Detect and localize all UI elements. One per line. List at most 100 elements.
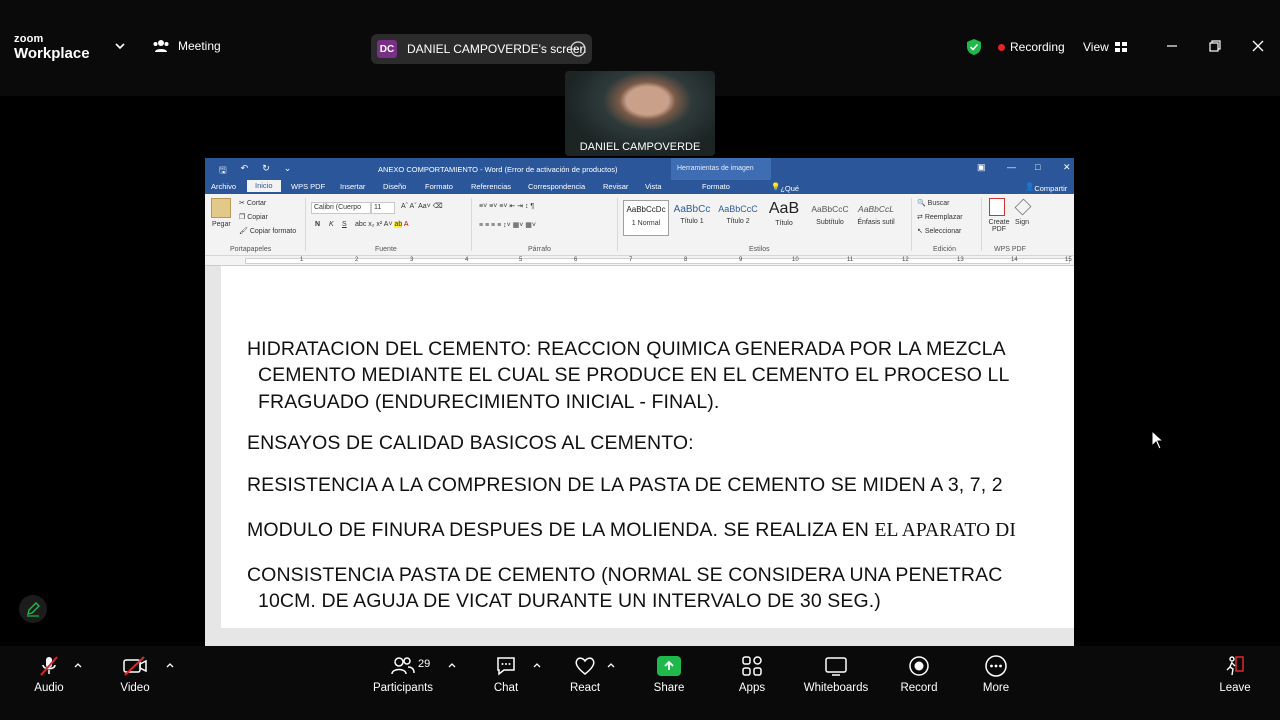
tab-referencias[interactable]: Referencias xyxy=(471,182,511,191)
cut-button[interactable]: ✂ Cortar xyxy=(239,199,266,207)
tab-inicio[interactable]: Inicio xyxy=(247,180,281,192)
whiteboards-button[interactable]: Whiteboards xyxy=(801,654,871,694)
underline-button[interactable]: S xyxy=(342,221,347,228)
tab-insertar[interactable]: Insertar xyxy=(340,182,365,191)
chat-options-caret-icon[interactable] xyxy=(533,662,541,668)
find-button[interactable]: 🔍 Buscar xyxy=(917,199,949,207)
alignment-buttons[interactable]: ≡ ≡ ≡ ≡ ↕˅ ▦˅ ▦˅ xyxy=(479,221,536,229)
tab-revisar[interactable]: Revisar xyxy=(603,182,628,191)
share-screen-icon xyxy=(657,656,681,676)
recording-indicator[interactable]: Recording xyxy=(998,40,1065,54)
apps-button[interactable]: Apps xyxy=(734,654,770,694)
style-titulo[interactable]: AaB Título xyxy=(761,200,807,236)
word-ribbon-options-icon[interactable]: ▣ xyxy=(977,162,986,173)
customize-icon[interactable]: ⌄ xyxy=(284,163,292,179)
sign-icon[interactable] xyxy=(1014,198,1032,216)
tab-vista[interactable]: Vista xyxy=(645,182,662,191)
word-close-icon[interactable]: ✕ xyxy=(1063,162,1071,173)
ruler-mark: 9 xyxy=(739,257,743,263)
video-options-caret-icon[interactable] xyxy=(166,662,174,668)
chat-button[interactable]: Chat xyxy=(488,654,524,694)
doc-line-sans: MODULO DE FINURA DESPUES DE LA MOLIENDA.… xyxy=(247,519,875,541)
create-pdf-icon[interactable] xyxy=(989,198,1005,216)
restore-icon[interactable] xyxy=(1207,38,1223,54)
sign-button[interactable]: Sign xyxy=(1015,219,1029,226)
react-options-caret-icon[interactable] xyxy=(607,662,615,668)
document-page[interactable]: HIDRATACION DEL CEMENTO: REACCION QUIMIC… xyxy=(221,266,1074,628)
save-icon[interactable]: 🖫 xyxy=(219,163,227,179)
list-buttons[interactable]: ≡˅ ≡˅ ≡˅ ⇤ ⇥ ↕ ¶ xyxy=(479,202,534,210)
format-painter-button[interactable]: 🖌 Copiar formato xyxy=(239,227,296,235)
leave-button[interactable]: Leave xyxy=(1218,654,1252,694)
share-button[interactable]: Share xyxy=(650,654,688,694)
select-button[interactable]: ↖ Seleccionar xyxy=(917,227,961,235)
ribbon-separator xyxy=(911,198,912,251)
ruler-bar xyxy=(245,258,1070,264)
ruler-mark: 1 xyxy=(300,257,304,263)
style-normal[interactable]: AaBbCcDc 1 Normal xyxy=(623,200,669,236)
font-grow-shrink-icons[interactable]: Aˆ Aˇ Aa˅ ⌫ xyxy=(401,202,443,210)
recording-label: Recording xyxy=(1010,40,1065,54)
more-options-icon[interactable] xyxy=(570,41,586,57)
word-minimize-icon[interactable]: — xyxy=(1007,162,1016,172)
view-label: View xyxy=(1083,40,1109,54)
security-shield-icon[interactable] xyxy=(966,38,982,56)
tab-formato-imagen[interactable]: Formato xyxy=(702,182,730,191)
grid-view-icon xyxy=(1114,42,1127,52)
tab-diseno[interactable]: Diseño xyxy=(383,182,406,191)
audio-button[interactable]: Audio xyxy=(28,654,70,694)
style-titulo-1[interactable]: AaBbCc Título 1 xyxy=(669,200,715,236)
font-name-select[interactable]: Calibri (Cuerpo xyxy=(311,202,371,214)
leave-label: Leave xyxy=(1219,682,1251,694)
quick-access-toolbar: 🖫 ↶ ↻ ⌄ xyxy=(219,163,291,179)
ruler-mark: 5 xyxy=(519,257,523,263)
screen-share-indicator[interactable]: DC DANIEL CAMPOVERDE's screen xyxy=(371,34,592,64)
chevron-down-icon[interactable] xyxy=(114,40,126,52)
style-enfasis-sutil[interactable]: AaBbCcL Énfasis sutil xyxy=(853,200,899,236)
tab-formato[interactable]: Formato xyxy=(425,182,453,191)
undo-icon[interactable]: ↶ xyxy=(241,163,249,179)
paste-icon[interactable] xyxy=(211,198,231,218)
ruler-mark: 6 xyxy=(574,257,578,263)
participant-video-tile[interactable]: DANIEL CAMPOVERDE xyxy=(565,71,715,156)
logo-zoom: zoom xyxy=(14,33,44,45)
ruler-mark: 8 xyxy=(684,257,688,263)
style-preview: AaBbCcC xyxy=(718,204,758,214)
copy-button[interactable]: ❐ Copiar xyxy=(239,213,268,221)
style-name: Título 2 xyxy=(726,218,750,225)
minimize-icon[interactable] xyxy=(1164,38,1180,54)
audio-options-caret-icon[interactable] xyxy=(74,662,82,668)
apps-label: Apps xyxy=(738,682,766,694)
tab-archivo[interactable]: Archivo xyxy=(211,182,236,191)
redo-icon[interactable]: ↻ xyxy=(262,163,270,179)
bold-button[interactable]: N xyxy=(315,221,320,228)
share-word-button[interactable]: 👤 Compartir xyxy=(1025,182,1067,193)
view-button[interactable]: View xyxy=(1083,40,1127,54)
share-label: Share xyxy=(653,682,685,694)
annotate-pencil-button[interactable] xyxy=(19,595,47,623)
style-titulo-2[interactable]: AaBbCcC Título 2 xyxy=(715,200,761,236)
word-maximize-icon[interactable]: □ xyxy=(1035,162,1040,172)
tell-me-search[interactable]: 💡 ¿Qué desea hacer? xyxy=(771,182,803,211)
close-icon[interactable] xyxy=(1250,38,1266,54)
record-button[interactable]: Record xyxy=(898,654,940,694)
paste-button[interactable]: Pegar xyxy=(212,221,231,228)
replace-button[interactable]: ⇄ Reemplazar xyxy=(917,213,963,221)
font-effects-icons[interactable]: abc x₂ x² A˅ ab A xyxy=(355,221,409,228)
ruler-mark: 2 xyxy=(355,257,359,263)
font-size-select[interactable]: 11 xyxy=(371,202,395,214)
meeting-button[interactable]: Meeting xyxy=(152,39,221,53)
style-subtitulo[interactable]: AaBbCcC Subtítulo xyxy=(807,200,853,236)
create-pdf-button[interactable]: Create PDF xyxy=(985,219,1013,233)
more-button[interactable]: More xyxy=(979,654,1013,694)
tab-correspondencia[interactable]: Correspondencia xyxy=(528,182,585,191)
tab-wps-pdf[interactable]: WPS PDF xyxy=(291,182,325,191)
italic-button[interactable]: K xyxy=(329,221,334,228)
ruler-mark: 4 xyxy=(465,257,469,263)
ribbon-separator xyxy=(305,198,306,251)
pencil-icon xyxy=(27,602,40,617)
participants-options-caret-icon[interactable] xyxy=(448,662,456,668)
react-button[interactable]: React xyxy=(566,654,604,694)
video-button[interactable]: Video xyxy=(114,654,156,694)
record-label: Record xyxy=(900,682,938,694)
